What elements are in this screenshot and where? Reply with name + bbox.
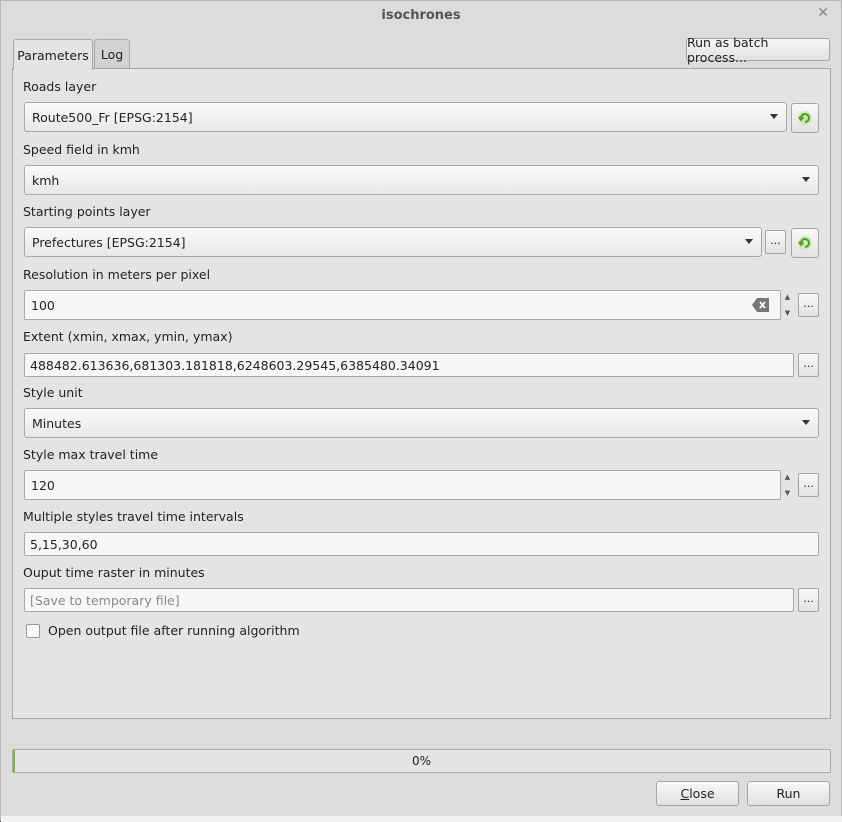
title-bar: isochrones ✕: [1, 1, 841, 29]
refresh-icon: [798, 111, 812, 125]
style-unit-value: Minutes: [32, 415, 82, 431]
run-batch-button[interactable]: Run as batch process...: [686, 35, 830, 65]
close-button[interactable]: Close: [656, 781, 739, 806]
spin-up-icon[interactable]: ▲: [785, 473, 790, 481]
roads-layer-value: Route500_Fr [EPSG:2154]: [32, 109, 193, 125]
close-button-rest: lose: [689, 786, 715, 801]
close-button-mnemonic: C: [680, 786, 690, 801]
speed-field-combo[interactable]: kmh: [24, 165, 819, 195]
max-travel-time-options-button[interactable]: ...: [798, 473, 819, 497]
intervals-input[interactable]: 5,15,30,60: [24, 532, 819, 556]
open-output-checkbox[interactable]: [26, 624, 40, 638]
chevron-down-icon: [802, 420, 810, 425]
chevron-down-icon: [802, 177, 810, 182]
spin-down-icon[interactable]: ▼: [785, 489, 790, 497]
progress-text: 0%: [411, 754, 432, 768]
open-output-label: Open output file after running algorithm: [48, 623, 300, 638]
resolution-spinner[interactable]: ▲ ▼: [782, 290, 793, 320]
extent-label: Extent (xmin, xmax, ymin, ymax): [23, 329, 233, 344]
starting-points-refresh-button[interactable]: [791, 228, 819, 258]
progress-bar: 0%: [12, 749, 831, 773]
resolution-label: Resolution in meters per pixel: [23, 267, 211, 282]
output-raster-input[interactable]: [Save to temporary file]: [24, 588, 794, 612]
resolution-options-button[interactable]: ...: [798, 293, 819, 317]
chevron-down-icon: [770, 114, 778, 119]
max-travel-time-spinner[interactable]: ▲ ▼: [782, 470, 793, 500]
roads-refresh-button[interactable]: [791, 103, 819, 133]
refresh-icon: [798, 236, 812, 250]
roads-layer-label: Roads layer: [23, 79, 97, 94]
close-window-icon[interactable]: ✕: [817, 5, 829, 21]
max-travel-time-input[interactable]: 120: [24, 470, 781, 500]
extent-input[interactable]: 488482.613636,681303.181818,6248603.2954…: [24, 353, 794, 377]
starting-points-browse-button[interactable]: ...: [765, 230, 786, 254]
output-raster-browse-button[interactable]: ...: [798, 588, 819, 612]
clear-input-icon[interactable]: [752, 297, 770, 316]
intervals-label: Multiple styles travel time intervals: [23, 509, 244, 524]
starting-points-label: Starting points layer: [23, 204, 151, 219]
starting-points-value: Prefectures [EPSG:2154]: [32, 234, 186, 250]
spin-down-icon[interactable]: ▼: [785, 309, 790, 317]
output-raster-label: Ouput time raster in minutes: [23, 565, 205, 580]
speed-field-label: Speed field in kmh: [23, 142, 140, 157]
spin-up-icon[interactable]: ▲: [785, 293, 790, 301]
extent-select-button[interactable]: ...: [798, 353, 819, 377]
progress-fill: [13, 750, 15, 772]
tab-log[interactable]: Log: [94, 39, 130, 69]
window-title: isochrones: [381, 7, 461, 23]
starting-points-combo[interactable]: Prefectures [EPSG:2154]: [24, 227, 762, 257]
roads-layer-combo[interactable]: Route500_Fr [EPSG:2154]: [24, 102, 787, 132]
style-unit-combo[interactable]: Minutes: [24, 408, 819, 438]
resolution-input[interactable]: 100: [24, 290, 781, 320]
speed-field-value: kmh: [32, 172, 60, 188]
chevron-down-icon: [745, 239, 753, 244]
background-strip: [1, 816, 842, 822]
dialog-window: isochrones ✕ Parameters Log Run as batch…: [0, 0, 842, 822]
max-travel-time-label: Style max travel time: [23, 447, 159, 462]
tab-parameters[interactable]: Parameters: [13, 39, 93, 70]
style-unit-label: Style unit: [23, 385, 83, 400]
run-button[interactable]: Run: [747, 781, 830, 806]
